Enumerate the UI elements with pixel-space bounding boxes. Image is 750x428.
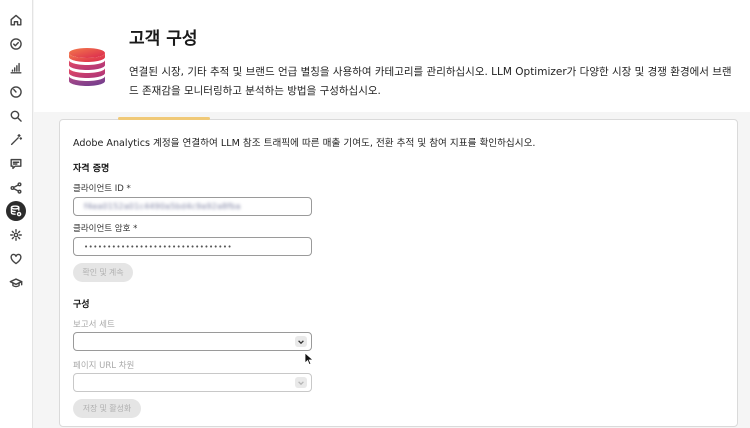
search-icon[interactable]: [6, 106, 26, 126]
report-suite-label: 보고서 세트: [73, 320, 115, 330]
magic-wand-icon[interactable]: [6, 130, 26, 150]
sidebar-rail: [0, 0, 33, 428]
page-url-dimension-label: 페이지 URL 차원: [73, 361, 135, 371]
report-suite-select[interactable]: [73, 332, 312, 351]
chevron-down-icon[interactable]: [295, 377, 307, 388]
card-accent-tab: [118, 117, 210, 120]
gauge-icon[interactable]: [6, 82, 26, 102]
share-icon[interactable]: [6, 178, 26, 198]
confirm-continue-button[interactable]: 확인 및 계속: [73, 263, 133, 282]
chevron-down-icon[interactable]: [295, 336, 307, 347]
client-id-input[interactable]: f4ea0152a01c4490a5bd4c9a92a8fba: [73, 197, 312, 216]
database-stack-icon: [67, 46, 107, 88]
client-id-label: 클라이언트 ID *: [73, 184, 131, 194]
chat-icon[interactable]: [6, 154, 26, 174]
client-secret-label: 클라이언트 암호 *: [73, 224, 138, 234]
page-url-dimension-select[interactable]: [73, 373, 312, 392]
configuration-heading: 구성: [73, 300, 90, 310]
mouse-cursor-icon: [304, 351, 315, 366]
page-title: 고객 구성: [129, 29, 198, 49]
card-intro: Adobe Analytics 계정을 연결하여 LLM 참조 트래픽에 따른 …: [73, 138, 536, 149]
database-gear-icon[interactable]: [6, 201, 26, 221]
save-activate-button[interactable]: 저장 및 활성화: [73, 399, 141, 418]
client-id-value: f4ea0152a01c4490a5bd4c9a92a8fba: [84, 202, 241, 211]
graduation-cap-icon[interactable]: [6, 273, 26, 293]
settings-icon[interactable]: [6, 225, 26, 245]
check-circle-icon[interactable]: [6, 34, 26, 54]
heart-icon[interactable]: [6, 249, 26, 269]
home-icon[interactable]: [6, 10, 26, 30]
bar-chart-icon[interactable]: [6, 58, 26, 78]
page-description: 연결된 시장, 기타 추적 및 브랜드 언급 별칭을 사용하여 카테고리를 관리…: [129, 66, 732, 97]
credentials-heading: 자격 증명: [73, 164, 110, 174]
client-secret-value: ••••••••••••••••••••••••••••••••: [84, 242, 233, 251]
client-secret-input[interactable]: ••••••••••••••••••••••••••••••••: [73, 237, 312, 256]
